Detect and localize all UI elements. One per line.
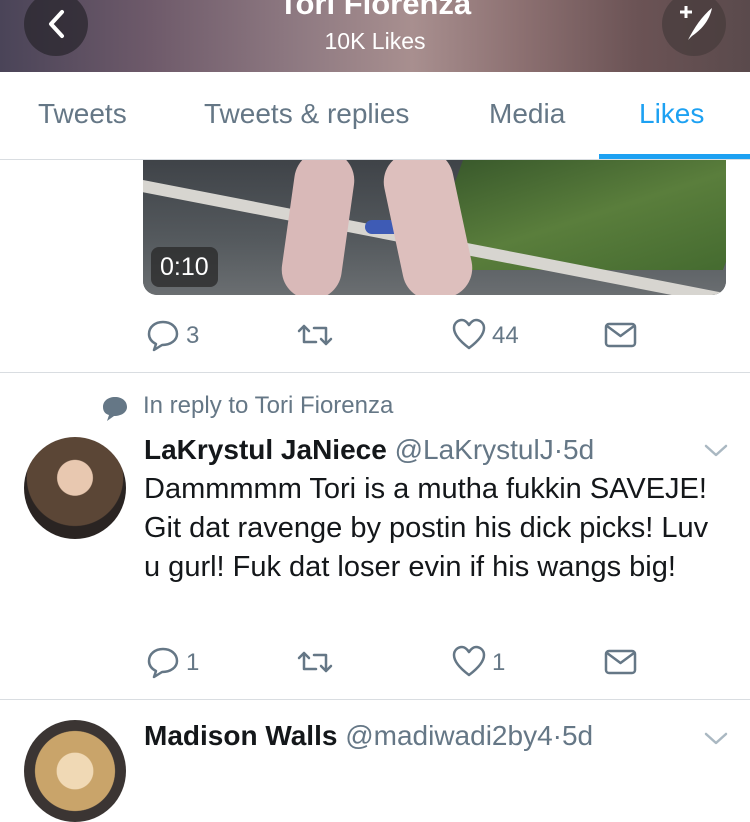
tweet-actions: 3 44 bbox=[0, 316, 750, 356]
active-tab-indicator bbox=[599, 154, 750, 159]
profile-header: Tori Fiorenza 10K Likes bbox=[0, 0, 750, 72]
tab-media[interactable]: Media bbox=[489, 98, 565, 130]
retweet-button[interactable] bbox=[296, 316, 336, 356]
tweet-time: 5d bbox=[561, 720, 594, 751]
likes-count: 10K Likes bbox=[324, 28, 426, 54]
video-thumbnail[interactable] bbox=[143, 160, 726, 295]
video-duration: 0:10 bbox=[151, 247, 218, 287]
avatar[interactable] bbox=[24, 437, 126, 539]
profile-name: Tori Fiorenza bbox=[278, 0, 472, 21]
tweet-time: 5d bbox=[563, 434, 595, 465]
retweet-button[interactable] bbox=[296, 643, 336, 683]
share-button[interactable] bbox=[604, 643, 638, 683]
author-handle[interactable]: @madiwadi2by4 bbox=[345, 720, 552, 751]
separator-dot: · bbox=[553, 434, 564, 465]
retweet-icon bbox=[297, 651, 333, 673]
retweet-icon bbox=[297, 324, 333, 346]
reply-context-text: In reply to Tori Fiorenza bbox=[143, 392, 394, 419]
tweet-divider bbox=[0, 699, 750, 700]
compose-feather-icon bbox=[680, 6, 712, 40]
author-handle[interactable]: @LaKrystulJ bbox=[395, 434, 554, 465]
like-count: 1 bbox=[492, 649, 506, 676]
tweet-text: Dammmmm Tori is a mutha fukkin SAVEJE! G… bbox=[144, 473, 709, 583]
share-button[interactable] bbox=[604, 316, 638, 356]
tab-tweets[interactable]: Tweets bbox=[38, 98, 127, 130]
avatar[interactable] bbox=[24, 720, 126, 822]
like-count: 44 bbox=[492, 322, 519, 349]
profile-tabs: Tweets Tweets & replies Media Likes bbox=[0, 72, 750, 160]
author-name[interactable]: Madison Walls bbox=[144, 720, 337, 751]
reply-icon bbox=[147, 320, 179, 352]
share-mail-icon bbox=[604, 322, 637, 348]
reply-button[interactable]: 1 bbox=[146, 643, 206, 683]
like-button[interactable]: 44 bbox=[452, 316, 532, 356]
reply-button[interactable]: 3 bbox=[146, 316, 216, 356]
chevron-down-icon[interactable] bbox=[703, 442, 729, 460]
tab-likes[interactable]: Likes bbox=[639, 98, 704, 130]
reply-count: 3 bbox=[186, 322, 200, 349]
heart-icon bbox=[452, 318, 486, 350]
author-name[interactable]: LaKrystul JaNiece bbox=[144, 434, 387, 465]
speech-bubble-icon bbox=[103, 397, 127, 421]
like-button[interactable]: 1 bbox=[452, 643, 512, 683]
chevron-down-icon[interactable] bbox=[703, 730, 729, 748]
compose-button[interactable] bbox=[662, 0, 726, 56]
reply-icon bbox=[147, 647, 179, 679]
tweet-author-line: LaKrystul JaNiece @LaKrystulJ·5d bbox=[144, 434, 594, 466]
tweet-author-line: Madison Walls @madiwadi2by4·5d bbox=[144, 720, 593, 752]
reply-count: 1 bbox=[186, 649, 200, 676]
heart-icon bbox=[452, 645, 486, 677]
separator-dot: · bbox=[552, 720, 562, 751]
tweet-divider bbox=[0, 372, 750, 373]
share-mail-icon bbox=[604, 649, 637, 675]
tweet-actions: 1 1 bbox=[0, 643, 750, 683]
tab-tweets-replies[interactable]: Tweets & replies bbox=[204, 98, 409, 130]
